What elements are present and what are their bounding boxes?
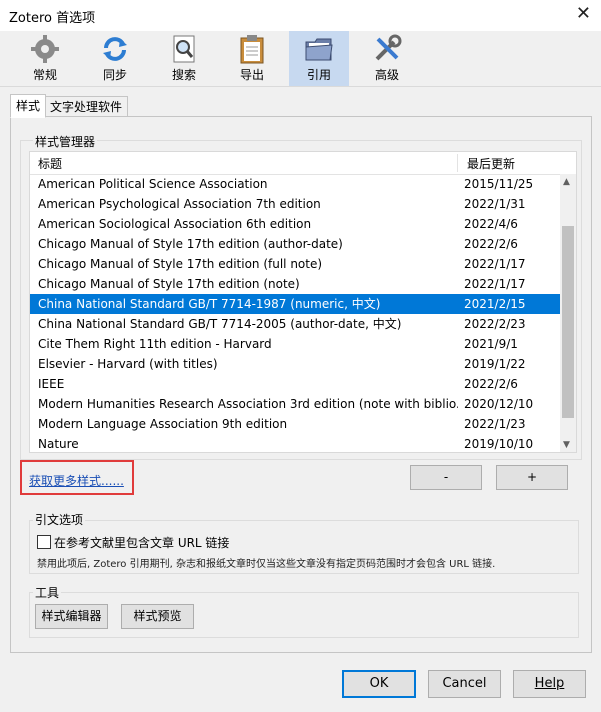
list-item[interactable]: Chicago Manual of Style 17th edition (fu…	[30, 254, 560, 274]
list-item[interactable]: Cite Them Right 11th edition - Harvard 20…	[30, 334, 560, 354]
list-item[interactable]: American Political Science Association 20…	[30, 174, 560, 194]
list-item[interactable]: American Sociological Association 6th ed…	[30, 214, 560, 234]
style-title: American Political Science Association	[38, 177, 268, 191]
list-item[interactable]: American Psychological Association 7th e…	[30, 194, 560, 214]
list-item[interactable]: Nature 2019/10/10	[30, 434, 560, 454]
column-separator	[457, 154, 458, 172]
scroll-up-icon[interactable]: ▲	[563, 177, 570, 187]
tools-legend: 工具	[33, 584, 62, 601]
style-date: 2019/10/10	[464, 437, 534, 451]
close-icon[interactable]: ✕	[576, 3, 591, 24]
style-date: 2021/2/15	[464, 297, 526, 311]
cancel-button[interactable]: Cancel	[428, 670, 501, 698]
list-item-selected[interactable]: China National Standard GB/T 7714-1987 (…	[30, 294, 560, 314]
list-item[interactable]: Modern Humanities Research Association 3…	[30, 394, 560, 414]
list-item[interactable]: Modern Language Association 9th edition 2…	[30, 414, 560, 434]
style-title: American Sociological Association 6th ed…	[38, 217, 312, 231]
toolbar-advanced[interactable]: 高级	[357, 31, 417, 86]
list-item[interactable]: Elsevier - Harvard (with titles) 2019/1/2…	[30, 354, 560, 374]
style-title: China National Standard GB/T 7714-1987 (…	[38, 297, 381, 311]
style-date: 2021/9/1	[464, 337, 518, 351]
style-date: 2015/11/25	[464, 177, 534, 191]
tools-icon	[375, 34, 402, 61]
clipboard-icon	[240, 35, 264, 64]
toolbar-export[interactable]: 导出	[222, 31, 282, 86]
add-style-button[interactable]: +	[496, 465, 568, 490]
citation-options-legend: 引文选项	[33, 511, 86, 528]
list-item[interactable]: Chicago Manual of Style 17th edition (au…	[30, 234, 560, 254]
style-date: 2022/4/6	[464, 217, 518, 231]
gear-icon	[31, 35, 59, 63]
style-title: Chicago Manual of Style 17th edition (au…	[38, 237, 343, 251]
column-updated[interactable]: 最后更新	[467, 155, 515, 172]
scroll-down-icon[interactable]: ▼	[563, 440, 570, 450]
toolbar-label: 同步	[102, 68, 127, 82]
title-bar: Zotero 首选项 ✕	[0, 0, 601, 31]
style-editor-button[interactable]: 样式编辑器	[35, 604, 108, 629]
style-date: 2022/2/23	[464, 317, 526, 331]
style-manager-legend: 样式管理器	[33, 133, 98, 150]
style-date: 2022/2/6	[464, 237, 518, 251]
style-preview-button[interactable]: 样式预览	[121, 604, 194, 629]
style-title: Nature	[38, 437, 79, 451]
help-button[interactable]: Help	[513, 670, 586, 698]
style-date: 2022/1/31	[464, 197, 526, 211]
prefs-toolbar: 常规 同步 搜索 导出 引用 高级	[0, 31, 601, 87]
style-title: American Psychological Association 7th e…	[38, 197, 321, 211]
toolbar-label: 搜索	[171, 68, 196, 82]
style-title: Chicago Manual of Style 17th edition (fu…	[38, 257, 323, 271]
style-date: 2022/2/6	[464, 377, 518, 391]
style-title: Cite Them Right 11th edition - Harvard	[38, 337, 272, 351]
scroll-thumb[interactable]	[562, 226, 574, 418]
highlight-box	[20, 460, 134, 495]
column-title[interactable]: 标题	[38, 155, 62, 172]
sync-icon	[103, 37, 127, 61]
style-date: 2019/1/22	[464, 357, 526, 371]
style-title: Modern Humanities Research Association 3…	[38, 397, 458, 411]
toolbar-label: 高级	[374, 68, 399, 82]
folder-icon	[305, 38, 333, 61]
toolbar-label: 常规	[32, 68, 57, 82]
style-date: 2020/12/10	[464, 397, 534, 411]
style-title: China National Standard GB/T 7714-2005 (…	[38, 317, 402, 331]
style-date: 2022/1/23	[464, 417, 526, 431]
include-url-label[interactable]: 在参考文献里包含文章 URL 链接	[54, 534, 229, 551]
list-item[interactable]: China National Standard GB/T 7714-2005 (…	[30, 314, 560, 334]
style-title: Chicago Manual of Style 17th edition (no…	[38, 277, 300, 291]
window-title: Zotero 首选项	[9, 11, 96, 26]
toolbar-search[interactable]: 搜索	[154, 31, 214, 86]
citation-note: 禁用此项后, Zotero 引用期刊, 杂志和报纸文章时仅当这些文章没有指定页码…	[37, 559, 496, 570]
search-icon	[173, 35, 195, 63]
list-item[interactable]: Chicago Manual of Style 17th edition (no…	[30, 274, 560, 294]
tab-styles[interactable]: 样式	[10, 94, 47, 118]
toolbar-label: 引用	[306, 68, 331, 82]
tools-group	[29, 592, 579, 638]
toolbar-general[interactable]: 常规	[15, 31, 75, 86]
list-item[interactable]: IEEE 2022/2/6	[30, 374, 560, 394]
style-date: 2022/1/17	[464, 277, 526, 291]
toolbar-label: 导出	[239, 68, 264, 82]
ok-button[interactable]: OK	[342, 670, 416, 698]
remove-style-button[interactable]: -	[410, 465, 482, 490]
style-title: Modern Language Association 9th edition	[38, 417, 288, 431]
include-url-checkbox[interactable]	[37, 535, 51, 549]
tab-word-processors[interactable]: 文字处理软件	[44, 96, 129, 118]
style-list[interactable]: 标题 最后更新 American Political Science Assoc…	[29, 151, 577, 453]
list-scrollbar[interactable]: ▲ ▼	[560, 174, 576, 452]
toolbar-cite[interactable]: 引用	[289, 31, 349, 86]
style-title: IEEE	[38, 377, 65, 391]
style-title: Elsevier - Harvard (with titles)	[38, 357, 218, 371]
toolbar-sync[interactable]: 同步	[85, 31, 145, 86]
style-date: 2022/1/17	[464, 257, 526, 271]
list-header: 标题 最后更新	[30, 152, 560, 175]
